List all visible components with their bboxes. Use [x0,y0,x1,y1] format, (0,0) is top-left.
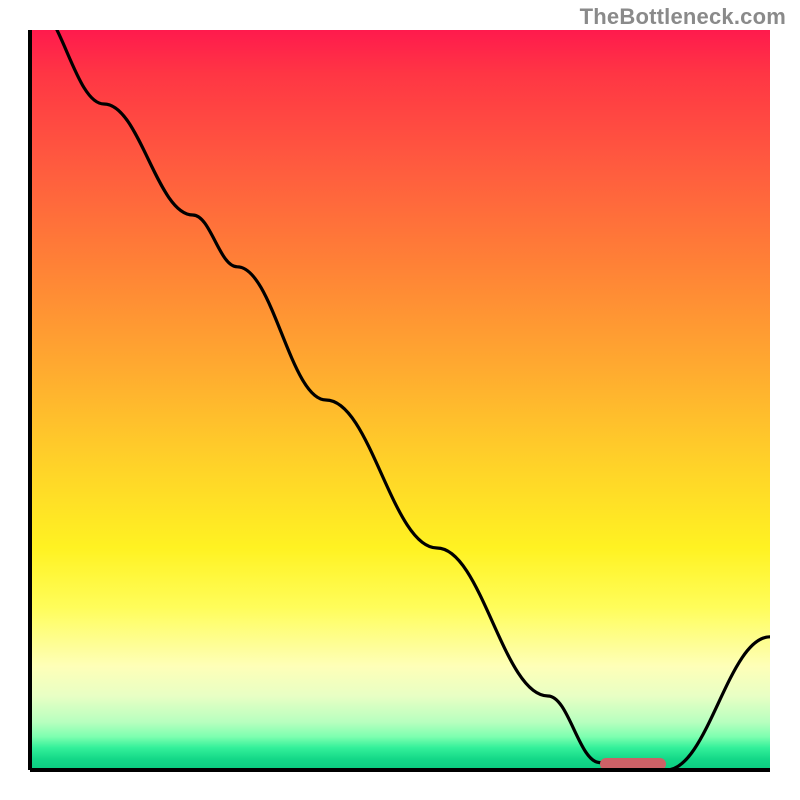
curve-svg [30,30,770,770]
x-axis-line [30,768,770,772]
bottleneck-curve-line [30,30,770,770]
watermark-text: TheBottleneck.com [580,4,786,30]
plot-area [30,30,770,770]
y-axis-line [28,30,32,770]
bottleneck-chart: TheBottleneck.com [0,0,800,800]
